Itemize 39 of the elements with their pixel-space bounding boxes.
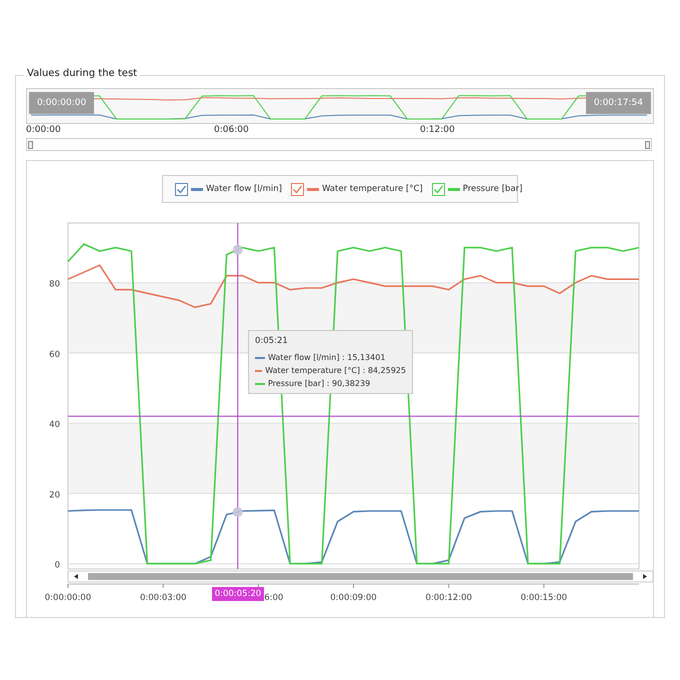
tooltip-value: Pressure [bar] : 90,38239 bbox=[268, 379, 370, 388]
legend-label: Water temperature [°C] bbox=[322, 184, 423, 194]
scroll-thumb[interactable] bbox=[88, 573, 633, 580]
chart-scrollbar[interactable] bbox=[68, 570, 653, 582]
axis-label: 0:00:03:00 bbox=[140, 593, 186, 603]
range-start-label[interactable]: 0:00:00:00 bbox=[29, 92, 94, 114]
legend-label: Water flow [l/min] bbox=[206, 184, 282, 194]
axis-label: 60 bbox=[49, 350, 60, 360]
cursor-dot bbox=[232, 507, 243, 518]
cursor-time-label: 0:00:05:20 bbox=[212, 587, 264, 601]
axis-label: 0:00:00 bbox=[26, 125, 61, 135]
axis-label: 0:00:09:00 bbox=[330, 593, 377, 603]
overview-chart[interactable]: 0:00:00:00 0:00:17:54 bbox=[26, 88, 654, 124]
range-end-label[interactable]: 0:00:17:54 bbox=[586, 92, 651, 114]
scroll-left-icon[interactable] bbox=[74, 574, 78, 579]
legend-label: Pressure [bar] bbox=[462, 184, 522, 194]
tooltip-value: Water flow [l/min] : 15,13401 bbox=[268, 353, 386, 362]
axis-label: 80 bbox=[49, 280, 60, 290]
cursor-dot bbox=[232, 244, 243, 255]
scroll-handle[interactable] bbox=[28, 141, 33, 149]
axis-label: 0:00:00:00 bbox=[44, 593, 92, 603]
axis-label: 6:00 bbox=[264, 593, 284, 603]
axis-label: 0:00:12:00 bbox=[425, 593, 472, 603]
range-scrollbar[interactable] bbox=[26, 138, 652, 151]
axis-label: 0:00:15:00 bbox=[520, 593, 568, 603]
axis-label: 40 bbox=[49, 420, 60, 430]
legend-checkbox[interactable] bbox=[290, 182, 304, 196]
group-title: Values during the test bbox=[24, 68, 140, 79]
scroll-right-icon[interactable] bbox=[643, 574, 647, 579]
scroll-handle[interactable] bbox=[645, 141, 650, 149]
tooltip-value: Water temperature [°C] : 84,25925 bbox=[265, 366, 406, 375]
axis-label: 0:06:00 bbox=[214, 125, 249, 135]
axis-label: 20 bbox=[49, 490, 60, 500]
axis-label: 0 bbox=[54, 560, 60, 571]
legend-checkbox[interactable] bbox=[175, 182, 188, 196]
legend-checkbox[interactable] bbox=[432, 182, 445, 196]
axis-label: 0:12:00 bbox=[420, 125, 455, 135]
tooltip-time: 0:05:21 bbox=[255, 336, 289, 346]
series-line-icon bbox=[255, 370, 262, 372]
